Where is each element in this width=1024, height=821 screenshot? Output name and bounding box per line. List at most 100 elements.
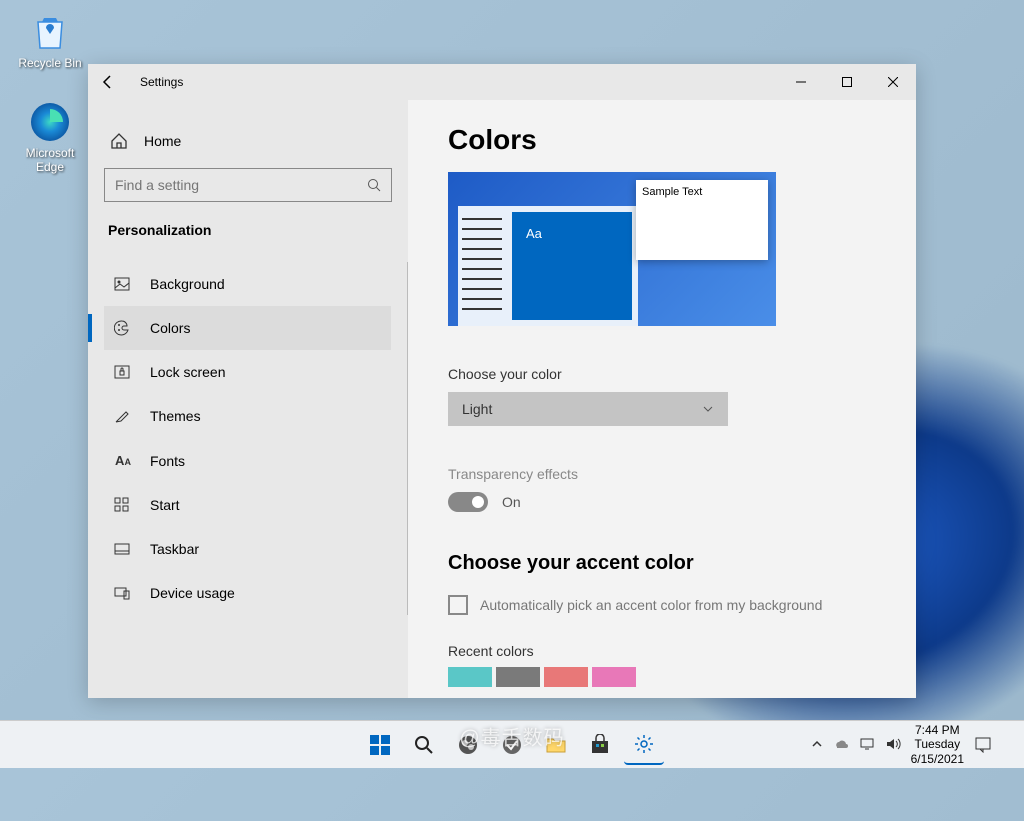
gear-icon <box>633 733 655 755</box>
onedrive-icon[interactable] <box>833 736 849 752</box>
home-icon <box>110 132 128 150</box>
desktop-icon-recycle-bin[interactable]: Recycle Bin <box>12 10 88 70</box>
grid-icon <box>114 497 132 513</box>
category-title: Personalization <box>108 222 392 238</box>
page-title: Colors <box>448 124 876 156</box>
maximize-icon <box>842 77 852 87</box>
preview-start-menu: Aa <box>458 206 638 326</box>
search-input[interactable] <box>115 177 367 193</box>
recent-colors-swatches <box>448 667 876 687</box>
font-icon: AA <box>114 452 132 469</box>
clock-time: 7:44 PM <box>911 723 964 737</box>
nav-item-colors[interactable]: Colors <box>104 306 391 350</box>
arrow-left-icon <box>100 74 116 90</box>
nav-label: Lock screen <box>150 364 225 380</box>
nav-item-themes[interactable]: Themes <box>104 394 391 438</box>
maximize-button[interactable] <box>824 64 870 100</box>
taskbar-app-2[interactable] <box>492 725 532 765</box>
sidebar: Home Personalization Background Colors <box>88 100 408 698</box>
network-icon[interactable] <box>859 736 875 752</box>
taskbar-app-1[interactable] <box>448 725 488 765</box>
nav-item-fonts[interactable]: AA Fonts <box>104 438 391 483</box>
home-label: Home <box>144 133 181 149</box>
preview-aa: Aa <box>526 226 542 241</box>
windows-icon <box>369 734 391 756</box>
taskbar-center <box>360 725 664 765</box>
nav-item-lock-screen[interactable]: Lock screen <box>104 350 391 394</box>
device-icon <box>114 585 132 601</box>
search-icon <box>414 735 434 755</box>
taskbar: 7:44 PM Tuesday 6/15/2021 <box>0 720 1024 768</box>
taskbar-clock[interactable]: 7:44 PM Tuesday 6/15/2021 <box>911 723 964 766</box>
color-swatch[interactable] <box>496 667 540 687</box>
choose-color-label: Choose your color <box>448 366 876 382</box>
system-tray: 7:44 PM Tuesday 6/15/2021 <box>811 723 1024 766</box>
nav-item-start[interactable]: Start <box>104 483 391 527</box>
transparency-state: On <box>502 494 521 510</box>
start-button[interactable] <box>360 725 400 765</box>
search-icon <box>367 178 381 192</box>
palette-icon <box>114 320 132 336</box>
taskbar-store[interactable] <box>580 725 620 765</box>
nav-list: Background Colors Lock screen Themes AA … <box>104 262 408 615</box>
desktop-icon-edge[interactable]: Microsoft Edge <box>12 100 88 174</box>
notifications-button[interactable] <box>974 735 1014 753</box>
color-swatch[interactable] <box>448 667 492 687</box>
recycle-bin-icon <box>28 10 72 54</box>
taskbar-icon <box>114 541 132 557</box>
color-preview: Aa Sample Text <box>448 172 776 326</box>
close-icon <box>888 77 898 87</box>
settings-window: Settings Home Personalization Background <box>88 64 916 698</box>
taskbar-search[interactable] <box>404 725 444 765</box>
desktop-icon-label: Microsoft Edge <box>12 146 88 174</box>
nav-label: Background <box>150 276 225 292</box>
home-button[interactable]: Home <box>104 124 392 168</box>
lock-icon <box>114 364 132 380</box>
minimize-button[interactable] <box>778 64 824 100</box>
sample-text: Sample Text <box>642 186 702 198</box>
chevron-down-icon <box>702 403 714 415</box>
nav-label: Colors <box>150 320 190 336</box>
titlebar: Settings <box>88 64 916 100</box>
auto-pick-label: Automatically pick an accent color from … <box>480 597 822 613</box>
close-button[interactable] <box>870 64 916 100</box>
desktop-icon-label: Recycle Bin <box>12 56 88 70</box>
transparency-label: Transparency effects <box>448 466 876 482</box>
window-title: Settings <box>140 75 183 89</box>
minimize-icon <box>796 77 806 87</box>
tray-chevron-icon[interactable] <box>811 738 823 750</box>
color-mode-dropdown[interactable]: Light <box>448 392 728 426</box>
folder-icon <box>545 734 567 756</box>
auto-pick-checkbox[interactable] <box>448 595 468 615</box>
transparency-toggle[interactable] <box>448 492 488 512</box>
preview-sample-window: Sample Text <box>636 180 768 260</box>
accent-title: Choose your accent color <box>448 552 876 575</box>
color-swatch[interactable] <box>592 667 636 687</box>
edge-icon <box>28 100 72 144</box>
nav-label: Fonts <box>150 453 185 469</box>
volume-icon[interactable] <box>885 736 901 752</box>
clock-day: Tuesday <box>911 737 964 751</box>
back-button[interactable] <box>100 74 132 90</box>
app-icon <box>501 734 523 756</box>
nav-item-taskbar[interactable]: Taskbar <box>104 527 391 571</box>
nav-label: Taskbar <box>150 541 199 557</box>
nav-item-background[interactable]: Background <box>104 262 391 306</box>
taskbar-explorer[interactable] <box>536 725 576 765</box>
nav-label: Device usage <box>150 585 235 601</box>
nav-label: Themes <box>150 408 201 424</box>
image-icon <box>114 276 132 292</box>
store-icon <box>589 734 611 756</box>
clock-date: 6/15/2021 <box>911 752 964 766</box>
search-box[interactable] <box>104 168 392 202</box>
recent-colors-label: Recent colors <box>448 643 876 659</box>
color-swatch[interactable] <box>544 667 588 687</box>
content-pane: Colors Aa Sample Text Choose your color … <box>408 100 916 698</box>
app-icon <box>457 734 479 756</box>
dropdown-value: Light <box>462 401 492 417</box>
notification-icon <box>974 735 992 753</box>
taskbar-settings[interactable] <box>624 725 664 765</box>
brush-icon <box>114 408 132 424</box>
nav-item-device-usage[interactable]: Device usage <box>104 571 391 615</box>
nav-label: Start <box>150 497 180 513</box>
